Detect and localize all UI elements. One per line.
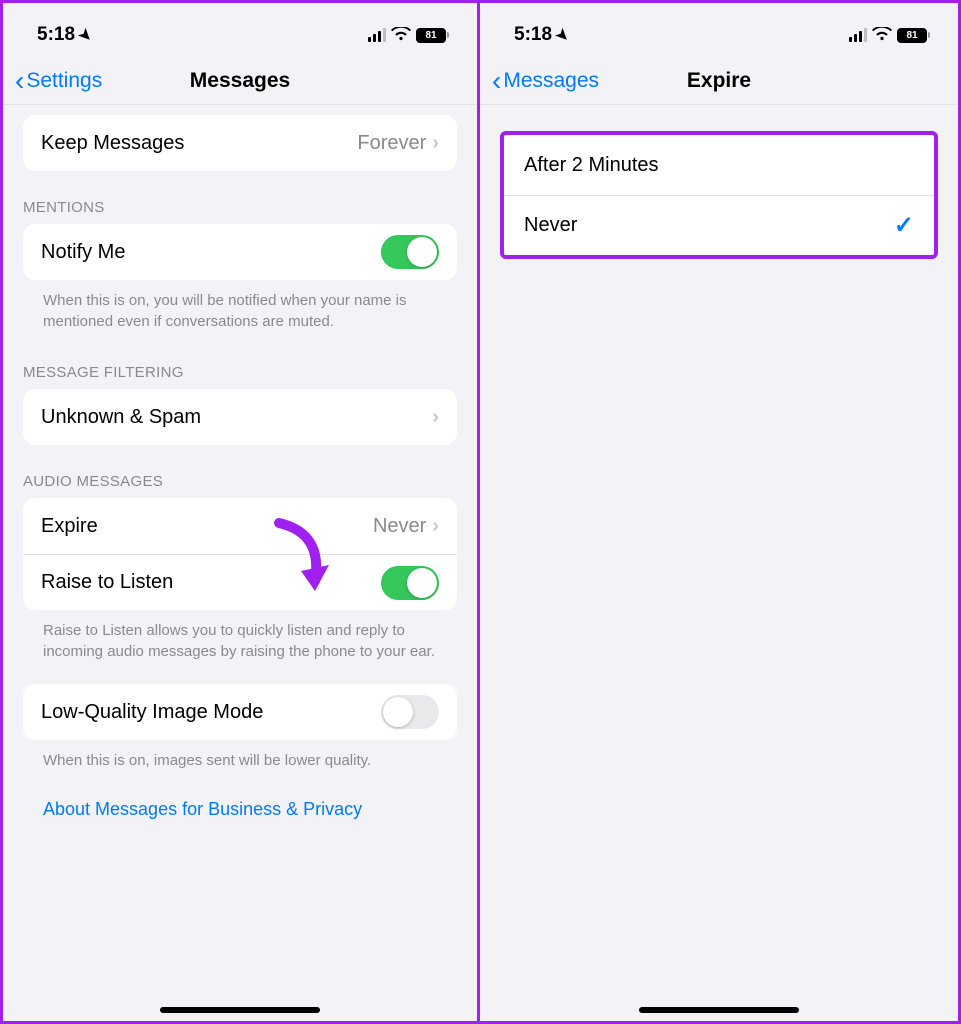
back-button[interactable]: ‹ Settings [15,67,102,95]
keep-messages-value: Forever [357,132,426,155]
filtering-header: MESSAGE FILTERING [3,336,477,389]
expire-options-list: After 2 Minutes Never ✓ [500,131,938,259]
expire-label: Expire [41,515,373,538]
unknown-spam-row[interactable]: Unknown & Spam › [23,389,457,445]
low-quality-toggle[interactable] [381,695,439,729]
wifi-icon [391,27,411,44]
nav-bar: ‹ Settings Messages [3,57,477,105]
status-time: 5:18 [514,24,552,46]
option-after-2-minutes[interactable]: After 2 Minutes [504,135,934,195]
checkmark-icon: ✓ [894,211,914,240]
chevron-right-icon: › [432,515,439,538]
option-label: Never [524,214,894,237]
expire-content[interactable]: After 2 Minutes Never ✓ [480,105,958,1021]
nav-bar: ‹ Messages Expire [480,57,958,105]
battery-icon: 81 [416,28,449,43]
cellular-icon [849,28,867,42]
back-button[interactable]: ‹ Messages [492,67,599,95]
expire-value: Never [373,515,426,538]
back-label: Settings [26,69,102,93]
chevron-right-icon: › [432,406,439,429]
raise-toggle[interactable] [381,566,439,600]
expire-settings-screen: 5:18 ➤ 81 ‹ Messages Expire After 2 Minu… [480,0,961,1024]
home-indicator[interactable] [160,1007,320,1013]
option-never[interactable]: Never ✓ [504,195,934,255]
status-bar: 5:18 ➤ 81 [480,3,958,57]
home-indicator[interactable] [639,1007,799,1013]
about-link[interactable]: About Messages for Business & Privacy [3,775,477,820]
mentions-header: MENTIONS [3,171,477,224]
notify-me-toggle[interactable] [381,235,439,269]
chevron-left-icon: ‹ [15,67,24,95]
status-time: 5:18 [37,24,75,46]
low-quality-row[interactable]: Low-Quality Image Mode [23,684,457,740]
battery-icon: 81 [897,28,930,43]
chevron-left-icon: ‹ [492,67,501,95]
low-quality-footer: When this is on, images sent will be low… [23,740,457,775]
location-icon: ➤ [553,25,573,45]
messages-settings-screen: 5:18 ➤ 81 ‹ Settings Messages Keep Messa… [0,0,480,1024]
notify-me-footer: When this is on, you will be notified wh… [23,280,457,336]
back-label: Messages [503,69,599,93]
raise-footer: Raise to Listen allows you to quickly li… [23,610,457,666]
cellular-icon [368,28,386,42]
raise-label: Raise to Listen [41,571,381,594]
wifi-icon [872,27,892,44]
settings-content[interactable]: Keep Messages Forever › MENTIONS Notify … [3,105,477,1021]
low-quality-label: Low-Quality Image Mode [41,701,381,724]
location-icon: ➤ [76,25,96,45]
raise-to-listen-row[interactable]: Raise to Listen [23,554,457,610]
unknown-spam-label: Unknown & Spam [41,406,432,429]
notify-me-row[interactable]: Notify Me [23,224,457,280]
option-label: After 2 Minutes [524,154,914,177]
notify-me-label: Notify Me [41,241,381,264]
keep-messages-label: Keep Messages [41,132,357,155]
chevron-right-icon: › [432,132,439,155]
status-bar: 5:18 ➤ 81 [3,3,477,57]
audio-header: AUDIO MESSAGES [3,445,477,498]
keep-messages-row[interactable]: Keep Messages Forever › [23,115,457,171]
expire-row[interactable]: Expire Never › [23,498,457,554]
